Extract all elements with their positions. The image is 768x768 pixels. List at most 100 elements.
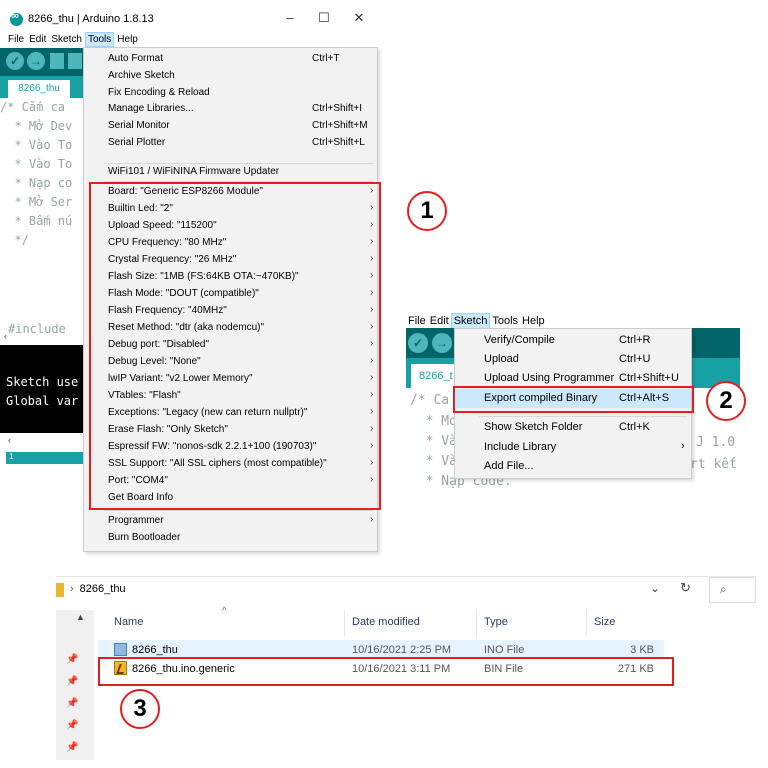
pin-icon[interactable]: 📌 [66,698,78,709]
verify-icon[interactable]: ✓ [6,52,24,70]
menu-item-include-library[interactable]: Include Library › [455,438,691,457]
upload-icon[interactable]: → [27,52,45,70]
refresh-icon[interactable]: ↻ [680,580,691,596]
menu-item-shortcut: Ctrl+K [619,421,650,433]
tab-sketch[interactable]: 8266_thu [8,80,70,98]
navigation-pane[interactable]: ▲ 📌 📌 📌 📌 📌 [56,610,94,760]
file-type: INO File [484,644,525,656]
open-file-icon[interactable] [68,53,82,69]
status-bar: 1 [6,452,86,464]
code-line: * Nạp co [0,176,73,190]
minimize-button[interactable]: – [280,10,300,28]
menu-item-shortcut: Ctrl+U [619,353,651,365]
menu-separator [479,416,687,417]
menu-item-serial-monitor[interactable]: Serial Monitor Ctrl+Shift+M [84,118,377,134]
breadcrumb-folder[interactable]: 8266_thu [80,583,126,595]
column-divider[interactable] [476,610,477,636]
step-badge-2: 2 [706,381,746,421]
column-header-name[interactable]: Name [114,616,143,628]
menu-item-shortcut: Ctrl+Shift+U [619,372,679,384]
menu-item-shortcut: Ctrl+T [312,53,340,64]
tab-strip: 8266_thu [0,76,86,98]
menu-help[interactable]: Help [115,33,140,46]
pin-icon[interactable]: 📌 [66,742,78,753]
menu-help[interactable]: Help [520,314,547,328]
scroll-up-icon[interactable]: ▲ [76,612,85,622]
scroll-left-icon[interactable]: ‹ [4,331,7,341]
close-button[interactable]: ✕ [349,10,369,28]
step-badge-1: 1 [407,191,447,231]
code-editor[interactable]: /* Cắm ca * Mở Dev * Vào To * Vào To * N… [0,98,86,324]
menu-item-label: Add File... [484,460,534,472]
step-badge-3: 3 [120,689,160,729]
menu-separator [104,510,374,511]
column-header-size[interactable]: Size [594,616,615,628]
menu-item-fix-encoding-reload[interactable]: Fix Encoding & Reload [84,85,377,101]
menu-sketch[interactable]: Sketch [450,313,491,329]
menu-item-burn-bootloader[interactable]: Burn Bootloader [84,530,377,546]
menu-item-show-sketch-folder[interactable]: Show Sketch Folder Ctrl+K [455,418,691,437]
chevron-right-icon: › [370,514,374,525]
menu-item-shortcut: Ctrl+Shift+I [312,103,363,115]
code-line: /* Cắm ca [0,100,66,114]
search-icon: ⌕ [720,582,727,596]
menu-tools[interactable]: Tools [490,314,520,328]
search-input[interactable]: ⌕ [709,577,756,603]
column-header-date[interactable]: Date modified [352,616,420,628]
code-line: * Mở Ser [0,195,73,209]
console-scroll-left-icon[interactable]: ‹ [8,435,11,445]
window-title: 8266_thu | Arduino 1.8.13 [28,13,154,25]
menu-file[interactable]: File [406,314,428,328]
column-header-type[interactable]: Type [484,616,508,628]
maximize-button[interactable]: ☐ [314,10,334,28]
breadcrumb[interactable]: › 8266_thu [70,583,126,595]
console-line: Sketch use [6,375,79,389]
console-output: Sketch use Global var [0,345,86,433]
tab-sketch[interactable]: 8266_t [411,364,457,388]
menu-item-label: Show Sketch Folder [484,421,583,433]
menu-item-verify-compile[interactable]: Verify/Compile Ctrl+R [455,331,691,350]
pin-icon[interactable]: 📌 [66,654,78,665]
upload-icon[interactable]: → [432,333,452,353]
pin-icon[interactable]: 📌 [66,720,78,731]
menu-item-upload[interactable]: Upload Ctrl+U [455,350,691,369]
breadcrumb-separator: › [70,583,74,595]
menu-item-label: Programmer [108,515,164,526]
menu-item-shortcut: Ctrl+R [619,334,651,346]
verify-icon[interactable]: ✓ [408,333,428,353]
menu-bar-2: File Edit Sketch Tools Help [406,313,547,329]
menu-item-add-file[interactable]: Add File... [455,457,691,476]
menu-item-firmware-updater[interactable]: WiFi101 / WiFiNINA Firmware Updater [84,160,377,177]
menu-item-auto-format[interactable]: Auto Format Ctrl+T [84,51,377,67]
status-line-number: 1 [9,452,14,461]
menu-edit[interactable]: Edit [428,314,451,328]
new-file-icon[interactable] [50,53,64,69]
file-name[interactable]: 8266_thu [132,644,178,656]
menu-item-shortcut: Ctrl+Shift+M [312,120,368,132]
menu-item-manage-libraries[interactable]: Manage Libraries... Ctrl+Shift+I [84,101,377,117]
chevron-right-icon: › [681,440,685,452]
menu-sketch[interactable]: Sketch [49,33,84,46]
menu-item-programmer[interactable]: Programmer › [84,513,377,529]
menu-item-label: Fix Encoding & Reload [108,86,210,98]
menu-edit[interactable]: Edit [27,33,48,46]
pin-icon[interactable]: 📌 [66,676,78,687]
menu-item-label: Serial Plotter [108,137,166,148]
menu-item-label: Verify/Compile [484,334,555,346]
chevron-down-icon[interactable]: ⌄ [650,581,660,595]
menu-item-label: WiFi101 / WiFiNINA Firmware Updater [108,166,280,177]
menu-item-label: Serial Monitor [108,120,170,132]
title-bar: 8266_thu | Arduino 1.8.13 – ☐ ✕ [0,0,376,32]
highlight-export-binary [453,386,694,413]
include-line: #include [8,322,66,336]
menu-item-archive-sketch[interactable]: Archive Sketch [84,68,377,84]
column-divider[interactable] [344,610,345,636]
menu-item-label: Manage Libraries... [108,103,194,115]
file-date: 10/16/2021 2:25 PM [352,644,452,656]
column-divider[interactable] [586,610,587,636]
menu-file[interactable]: File [6,33,26,46]
toolbar: ✓ → [0,48,86,76]
menu-item-serial-plotter[interactable]: Serial Plotter Ctrl+Shift+L [84,135,377,151]
code-line: * Mở Dev [0,119,73,133]
menu-tools[interactable]: Tools [84,32,115,47]
